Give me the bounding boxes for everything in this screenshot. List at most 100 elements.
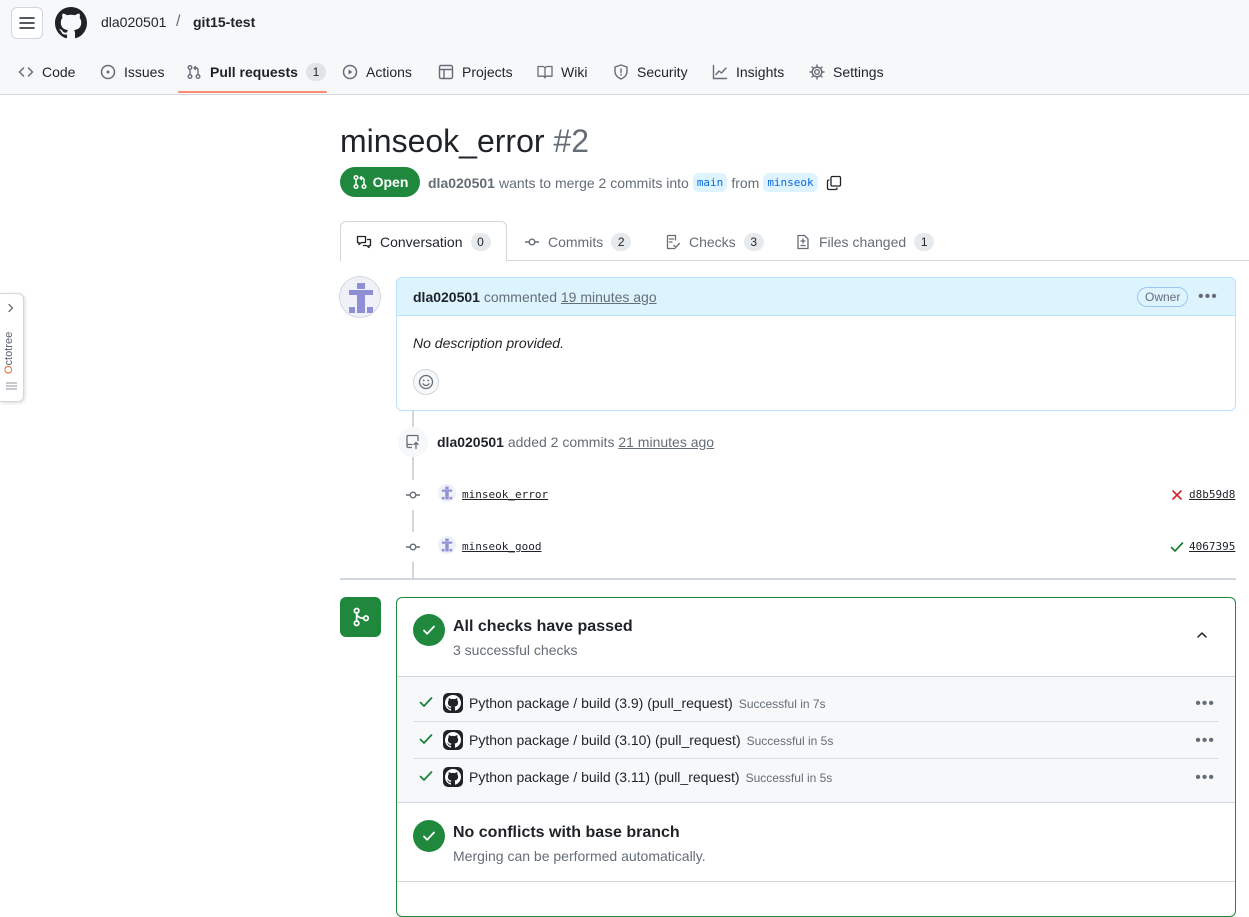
nav-tab-security[interactable]: Security xyxy=(613,62,688,82)
shield-icon xyxy=(614,64,628,80)
check-run-title[interactable]: Python package / build (3.9) (pull_reque… xyxy=(469,695,733,711)
check-run-status: Successful in 7s xyxy=(738,697,826,711)
tab-checks-counter: 3 xyxy=(743,233,764,251)
tab-files-changed-label: Files changed xyxy=(819,234,907,250)
nav-tab-actions[interactable]: Actions xyxy=(342,62,412,82)
commit-author-avatar[interactable] xyxy=(438,536,456,554)
commit-badge xyxy=(398,532,428,562)
nav-tab-projects[interactable]: Projects xyxy=(438,62,513,82)
timeline-push-event: dla020501 added 2 commits 21 minutes ago xyxy=(437,434,714,450)
check-run-options-button[interactable]: ••• xyxy=(1195,770,1215,786)
nav-tab-code[interactable]: Code xyxy=(18,62,75,82)
comment-author-link[interactable]: dla020501 xyxy=(413,289,480,305)
merge-status-icon xyxy=(340,597,381,637)
timeline-push-badge xyxy=(398,427,428,457)
nav-tab-issues-label: Issues xyxy=(124,64,165,80)
tab-checks[interactable]: Checks 3 xyxy=(665,233,764,251)
pull-requests-counter: 1 xyxy=(305,63,326,81)
repo-owner-link[interactable]: dla020501 xyxy=(101,14,166,30)
copy-icon[interactable] xyxy=(826,175,842,191)
commit-sha-link[interactable]: d8b59d8 xyxy=(1189,488,1235,501)
head-branch-label[interactable]: minseok xyxy=(763,173,818,192)
check-run-title[interactable]: Python package / build (3.10) (pull_requ… xyxy=(469,732,741,748)
nav-tab-wiki[interactable]: Wiki xyxy=(537,62,587,82)
base-branch-label[interactable]: main xyxy=(692,173,728,192)
github-logo-icon xyxy=(445,732,461,748)
timeline-separator xyxy=(340,578,1236,580)
check-icon xyxy=(419,697,433,707)
table-icon xyxy=(438,64,454,80)
nav-tab-pull-requests[interactable]: Pull requests 1 xyxy=(186,62,326,82)
nav-tab-security-label: Security xyxy=(637,64,688,80)
commit-message-link[interactable]: minseok_good xyxy=(462,540,541,553)
git-commit-icon xyxy=(406,491,420,499)
repo-header: dla020501 / git15-test Code Issues Pull … xyxy=(0,0,1249,95)
nav-tab-settings[interactable]: Settings xyxy=(809,62,884,82)
check-run-row[interactable]: Python package / build (3.9) (pull_reque… xyxy=(413,685,1219,722)
merge-box: All checks have passed 3 successful chec… xyxy=(396,597,1236,917)
check-run-status: Successful in 5s xyxy=(746,734,834,748)
pr-author-link[interactable]: dla020501 xyxy=(428,175,495,191)
issue-opened-icon xyxy=(100,64,116,80)
active-tab-underline xyxy=(178,91,327,93)
chevron-right-icon xyxy=(8,303,14,313)
commit-sha-link[interactable]: 4067395 xyxy=(1189,540,1235,553)
add-reaction-button[interactable] xyxy=(413,369,439,395)
repo-push-icon xyxy=(406,434,419,450)
no-conflicts-circle xyxy=(413,820,445,852)
comment-body: No description provided. xyxy=(413,335,564,351)
nav-tab-insights-label: Insights xyxy=(736,64,785,80)
comment-action: commented xyxy=(483,289,557,305)
check-run-options-button[interactable]: ••• xyxy=(1195,696,1215,712)
drag-handle-icon[interactable] xyxy=(6,382,17,390)
pr-meta: dla020501 wants to merge 2 commits into … xyxy=(428,173,842,192)
git-commit-icon xyxy=(406,543,420,551)
octotree-label: Octotree xyxy=(3,332,15,374)
tab-conversation[interactable]: Conversation 0 xyxy=(356,233,491,251)
check-run-row[interactable]: Python package / build (3.11) (pull_requ… xyxy=(413,759,1219,796)
check-run-name: Python package / build (3.9) (pull_reque… xyxy=(469,695,826,711)
tab-conversation-counter: 0 xyxy=(470,233,491,251)
tab-checks-label: Checks xyxy=(689,234,736,250)
comment-discussion-icon xyxy=(356,235,372,249)
pr-merge-text: wants to merge 2 commits into xyxy=(498,174,689,191)
commit-author-avatar[interactable] xyxy=(438,484,456,502)
pr-from-text: from xyxy=(731,174,760,191)
chevron-up-icon[interactable] xyxy=(1195,628,1209,642)
check-run-row[interactable]: Python package / build (3.10) (pull_requ… xyxy=(413,722,1219,759)
nav-tab-issues[interactable]: Issues xyxy=(100,62,164,82)
push-event-text: added 2 commits xyxy=(507,434,615,450)
tab-commits[interactable]: Commits 2 xyxy=(524,233,632,251)
check-run-title[interactable]: Python package / build (3.11) (pull_requ… xyxy=(469,769,740,785)
github-logo-icon[interactable] xyxy=(55,7,87,39)
nav-tab-code-label: Code xyxy=(42,64,76,80)
comment-header: dla020501 commented 19 minutes ago Owner… xyxy=(397,278,1235,316)
tab-files-changed[interactable]: Files changed 1 xyxy=(795,233,935,251)
identicon xyxy=(438,484,456,502)
repo-name-link[interactable]: git15-test xyxy=(193,14,255,30)
git-pull-request-icon xyxy=(187,65,201,79)
push-author-link[interactable]: dla020501 xyxy=(437,434,504,450)
pr-state-badge: Open xyxy=(340,167,420,197)
commit-message-link[interactable]: minseok_error xyxy=(462,488,548,501)
nav-tab-insights[interactable]: Insights xyxy=(712,62,784,82)
push-timestamp-link[interactable]: 21 minutes ago xyxy=(618,434,714,450)
octotree-toggle[interactable]: Octotree xyxy=(0,293,24,402)
git-commit-icon xyxy=(525,238,539,246)
nav-tab-actions-label: Actions xyxy=(366,64,412,80)
check-run-options-button[interactable]: ••• xyxy=(1195,733,1215,749)
github-actions-app-icon xyxy=(443,730,463,750)
git-merge-icon xyxy=(353,607,369,627)
github-logo-icon xyxy=(445,769,461,785)
play-icon xyxy=(342,64,358,80)
author-avatar[interactable] xyxy=(339,276,381,318)
comment-options-button[interactable]: ••• xyxy=(1198,289,1218,305)
hamburger-menu-button[interactable] xyxy=(11,7,43,39)
pr-description-comment: dla020501 commented 19 minutes ago Owner… xyxy=(396,277,1236,411)
comment-timestamp-link[interactable]: 19 minutes ago xyxy=(561,289,657,305)
check-run-name: Python package / build (3.11) (pull_requ… xyxy=(469,769,832,785)
check-icon[interactable] xyxy=(1170,541,1184,553)
x-icon[interactable] xyxy=(1171,489,1183,501)
check-icon xyxy=(423,625,435,635)
nav-tab-settings-label: Settings xyxy=(833,64,884,80)
